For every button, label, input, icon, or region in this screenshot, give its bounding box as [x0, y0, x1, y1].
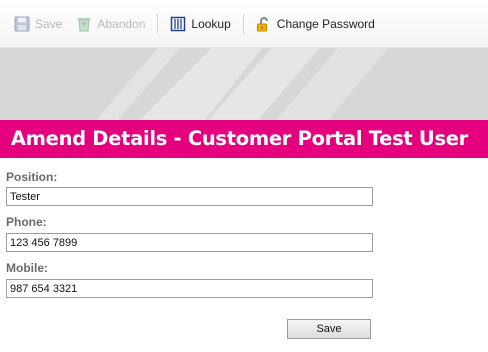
lookup-list-icon: [171, 16, 186, 31]
padlock-icon: [256, 16, 268, 31]
toolbar-lookup-label: Lookup: [191, 16, 231, 31]
toolbar-save-label: Save: [35, 16, 63, 31]
toolbar-change-password-button[interactable]: Change Password: [256, 12, 375, 36]
toolbar-change-password-label: Change Password: [276, 16, 375, 31]
toolbar-lookup-button[interactable]: Lookup: [170, 12, 231, 36]
position-input[interactable]: [6, 187, 373, 206]
mobile-input[interactable]: [6, 279, 373, 298]
floppy-disk-icon: [14, 16, 30, 31]
toolbar-abandon-label: Abandon: [97, 16, 146, 31]
banner-decoration: [96, 48, 388, 120]
header-banner: [0, 48, 488, 120]
mobile-label: Mobile:: [6, 261, 48, 275]
phone-label: Phone:: [6, 215, 47, 229]
recycle-bin-icon: [78, 17, 91, 31]
toolbar-separator: [242, 13, 244, 34]
position-label: Position:: [6, 170, 58, 184]
toolbar-abandon-button[interactable]: Abandon: [76, 12, 145, 36]
title-bar: Amend Details - Customer Portal Test Use…: [0, 120, 488, 158]
toolbar-save-button[interactable]: Save: [14, 12, 62, 36]
toolbar-separator: [157, 13, 159, 34]
save-button[interactable]: Save: [287, 319, 371, 339]
phone-input[interactable]: [6, 233, 373, 252]
page-title: Amend Details - Customer Portal Test Use…: [10, 127, 468, 150]
toolbar: Save Abandon Lookup Change Password: [0, 0, 488, 48]
